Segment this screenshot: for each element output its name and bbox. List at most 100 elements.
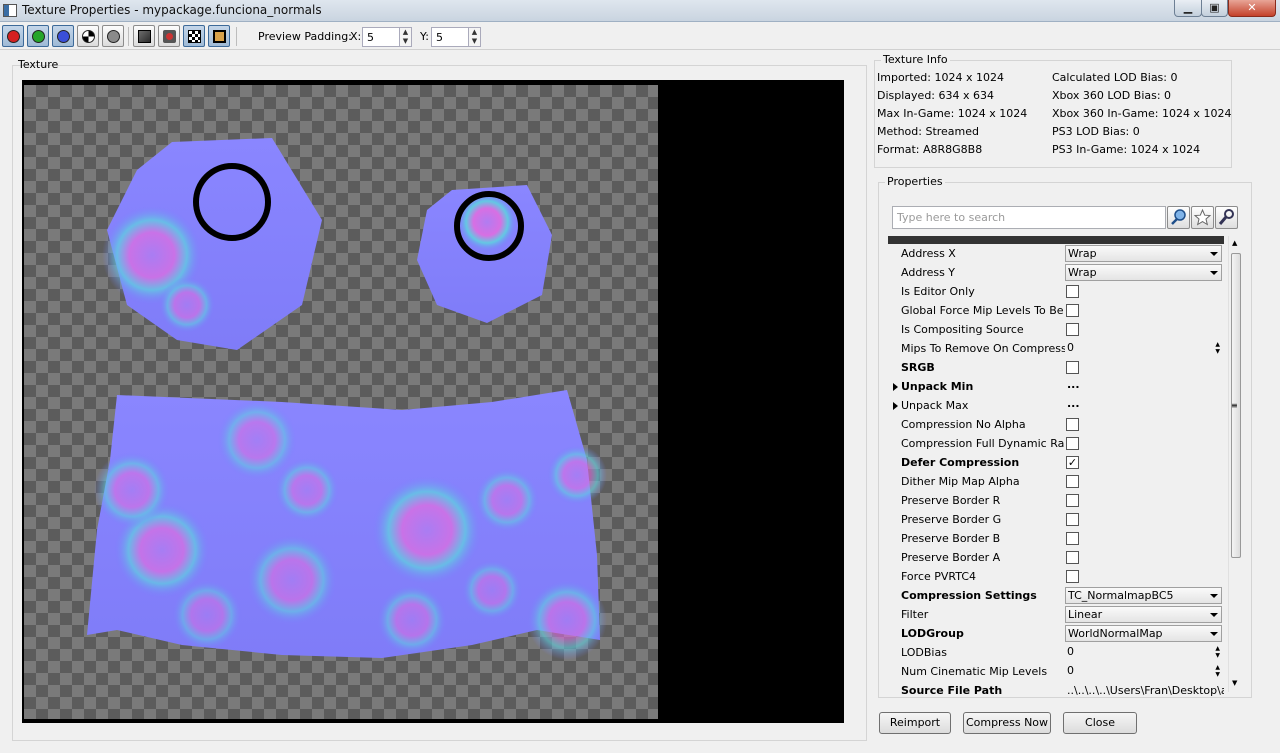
blue-channel-button[interactable]	[52, 25, 74, 47]
property-value[interactable]: 0 ▲ ▼	[1065, 339, 1224, 358]
scroll-down-icon[interactable]: ▼	[1232, 679, 1237, 687]
property-row-unpack-max[interactable]: Unpack Max...	[888, 396, 1224, 415]
property-value[interactable]: ...	[1065, 377, 1224, 396]
property-value[interactable]: ✓	[1065, 453, 1224, 472]
lodgroup-dropdown[interactable]: WorldNormalMap	[1065, 625, 1222, 642]
property-search-input[interactable]: Type here to search	[892, 206, 1166, 229]
unpack-min-ellipsis[interactable]: ...	[1067, 378, 1080, 391]
compress-now-button[interactable]: Compress Now	[963, 712, 1051, 734]
spinner-arrows-icon[interactable]: ▲ ▼	[1215, 664, 1220, 678]
compression-no-alpha-checkbox[interactable]	[1066, 418, 1079, 431]
reimport-button[interactable]: Reimport	[879, 712, 951, 734]
saturation-button[interactable]	[102, 25, 124, 47]
property-row-compression-full-dynamic-range[interactable]: Compression Full Dynamic Range	[888, 434, 1224, 453]
srgb-checkbox[interactable]	[1066, 361, 1079, 374]
property-value[interactable]	[1065, 301, 1224, 320]
property-row-address-y[interactable]: Address Y Wrap	[888, 263, 1224, 282]
search-button[interactable]	[1167, 206, 1190, 229]
spinner-arrows-icon[interactable]: ▲ ▼	[1215, 645, 1220, 659]
property-row-preserve-border-g[interactable]: Preserve Border G	[888, 510, 1224, 529]
address-x-dropdown[interactable]: Wrap	[1065, 245, 1222, 262]
property-value[interactable]	[1065, 529, 1224, 548]
checkerboard-button[interactable]	[183, 25, 205, 47]
property-value[interactable]	[1065, 434, 1224, 453]
property-row-preserve-border-a[interactable]: Preserve Border A	[888, 548, 1224, 567]
find-in-browser-button[interactable]	[133, 25, 155, 47]
property-value[interactable]	[1065, 415, 1224, 434]
favorites-button[interactable]	[1191, 206, 1214, 229]
property-value[interactable]	[1065, 282, 1224, 301]
preserve-border-g-checkbox[interactable]	[1066, 513, 1079, 526]
is-compositing-source-checkbox[interactable]	[1066, 323, 1079, 336]
force-pvrtc4-checkbox[interactable]	[1066, 570, 1079, 583]
property-row-srgb[interactable]: SRGB	[888, 358, 1224, 377]
num-cinematic-mip-levels-value[interactable]: 0	[1067, 664, 1074, 677]
texture-viewport[interactable]	[22, 80, 844, 723]
lodbias-value[interactable]: 0	[1067, 645, 1074, 658]
property-value[interactable]: ...	[1065, 396, 1224, 415]
property-value[interactable]: WorldNormalMap	[1065, 624, 1224, 643]
property-value[interactable]: 0 ▲ ▼	[1065, 662, 1224, 681]
global-force-mip-levels-to-be-res-checkbox[interactable]	[1066, 304, 1079, 317]
property-value[interactable]: Wrap	[1065, 263, 1224, 282]
property-row-compression-no-alpha[interactable]: Compression No Alpha	[888, 415, 1224, 434]
property-row-lodbias[interactable]: LODBias 0 ▲ ▼	[888, 643, 1224, 662]
property-value[interactable]	[1065, 320, 1224, 339]
source-file-path-value[interactable]: ..\..\..\..\Users\Fran\Desktop\as	[1067, 684, 1224, 696]
property-row-force-pvrtc4[interactable]: Force PVRTC4	[888, 567, 1224, 586]
mips-to-remove-on-compress-value[interactable]: 0	[1067, 341, 1074, 354]
property-row-is-editor-only[interactable]: Is Editor Only	[888, 282, 1224, 301]
padding-x-up-icon[interactable]: ▲	[399, 28, 411, 37]
padding-y-stepper[interactable]: 5 ▲ ▼	[431, 27, 481, 47]
property-row-dither-mip-map-alpha[interactable]: Dither Mip Map Alpha	[888, 472, 1224, 491]
property-value[interactable]: Wrap	[1065, 244, 1224, 263]
scroll-up-icon[interactable]: ▲	[1232, 239, 1237, 247]
alpha-channel-button[interactable]	[77, 25, 99, 47]
defer-compression-checkbox[interactable]: ✓	[1066, 456, 1079, 469]
property-row-filter[interactable]: Filter Linear	[888, 605, 1224, 624]
expand-arrow-icon[interactable]	[893, 402, 898, 410]
padding-y-up-icon[interactable]: ▲	[468, 28, 480, 37]
texture-border-button[interactable]	[208, 25, 230, 47]
property-value[interactable]	[1065, 548, 1224, 567]
preserve-border-r-checkbox[interactable]	[1066, 494, 1079, 507]
property-value[interactable]	[1065, 567, 1224, 586]
property-row-address-x[interactable]: Address X Wrap	[888, 244, 1224, 263]
green-channel-button[interactable]	[27, 25, 49, 47]
property-value[interactable]	[1065, 491, 1224, 510]
settings-button[interactable]	[1215, 206, 1238, 229]
compression-settings-dropdown[interactable]: TC_NormalmapBC5	[1065, 587, 1222, 604]
is-editor-only-checkbox[interactable]	[1066, 285, 1079, 298]
property-value[interactable]: 0 ▲ ▼	[1065, 643, 1224, 662]
padding-y-down-icon[interactable]: ▼	[468, 37, 480, 46]
property-row-compression-settings[interactable]: Compression Settings TC_NormalmapBC5	[888, 586, 1224, 605]
property-value[interactable]	[1065, 472, 1224, 491]
property-row-preserve-border-r[interactable]: Preserve Border R	[888, 491, 1224, 510]
compression-full-dynamic-range-checkbox[interactable]	[1066, 437, 1079, 450]
property-value[interactable]	[1065, 358, 1224, 377]
property-row-num-cinematic-mip-levels[interactable]: Num Cinematic Mip Levels 0 ▲ ▼	[888, 662, 1224, 681]
preserve-border-b-checkbox[interactable]	[1066, 532, 1079, 545]
property-row-lodgroup[interactable]: LODGroup WorldNormalMap	[888, 624, 1224, 643]
property-value[interactable]: Linear	[1065, 605, 1224, 624]
filter-dropdown[interactable]: Linear	[1065, 606, 1222, 623]
maximize-button[interactable]: ▣	[1201, 0, 1228, 17]
property-value[interactable]: TC_NormalmapBC5	[1065, 586, 1224, 605]
property-row-is-compositing-source[interactable]: Is Compositing Source	[888, 320, 1224, 339]
minimize-button[interactable]: ▁	[1174, 0, 1202, 17]
property-grid-scrollbar[interactable]: ▲ ≡ ▼	[1228, 236, 1242, 692]
close-button[interactable]: Close	[1063, 712, 1137, 734]
property-row-unpack-min[interactable]: Unpack Min...	[888, 377, 1224, 396]
close-window-button[interactable]: ✕	[1228, 0, 1276, 17]
dither-mip-map-alpha-checkbox[interactable]	[1066, 475, 1079, 488]
red-channel-button[interactable]	[2, 25, 24, 47]
property-row-source-file-path[interactable]: Source File Path ..\..\..\..\Users\Fran\D…	[888, 681, 1224, 696]
property-value[interactable]: ..\..\..\..\Users\Fran\Desktop\as	[1065, 681, 1224, 696]
property-row-preserve-border-b[interactable]: Preserve Border B	[888, 529, 1224, 548]
padding-x-down-icon[interactable]: ▼	[399, 37, 411, 46]
property-row-mips-to-remove-on-compress[interactable]: Mips To Remove On Compress 0 ▲ ▼	[888, 339, 1224, 358]
property-value[interactable]	[1065, 510, 1224, 529]
property-row-global-force-mip-levels-to-be-res[interactable]: Global Force Mip Levels To Be Res	[888, 301, 1224, 320]
preserve-border-a-checkbox[interactable]	[1066, 551, 1079, 564]
resource-button[interactable]	[158, 25, 180, 47]
